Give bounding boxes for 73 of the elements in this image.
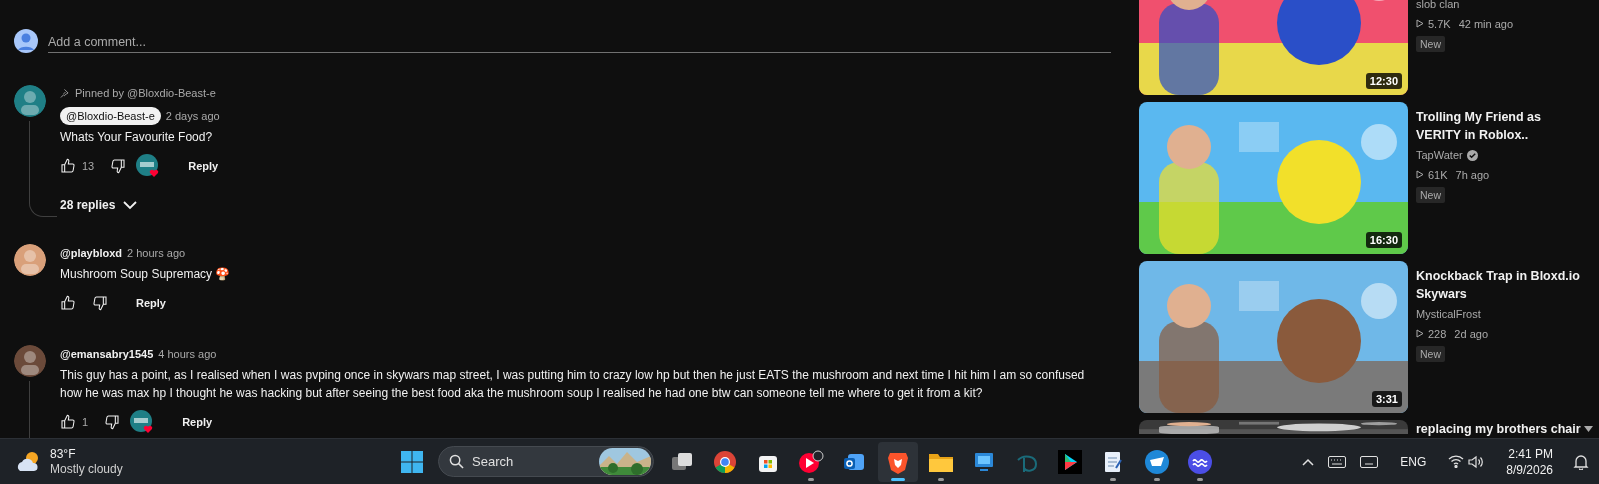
comment-author[interactable]: @emansabry1545 [60, 345, 154, 363]
view-count: 228 [1428, 326, 1447, 342]
duration-badge: 16:30 [1365, 232, 1402, 248]
duration-badge: 3:31 [1371, 391, 1402, 407]
comment-author[interactable]: @playbloxd [60, 244, 123, 262]
avatar[interactable] [14, 345, 46, 377]
comment-text: Whats Your Favourite Food? [60, 129, 214, 146]
dislike-icon[interactable] [92, 295, 108, 311]
dislike-icon[interactable] [110, 158, 127, 174]
upload-age: 7h ago [1455, 167, 1490, 183]
play-store-icon [1058, 449, 1083, 474]
channel-name[interactable]: MysticalFrost [1416, 306, 1481, 323]
music-icon [798, 449, 825, 474]
comment-text: Mushroom Soup Supremacy 🍄 [60, 266, 231, 283]
comment-text: This guy has a point, as I realised when I was pvping once in skywars map street, I was putting him to crazy low hp but then he just EATS the mushroom and next time I hit him I am so confused how he was max hp I thought he was hacking but after seeing the best food aka the mushroom soup I realised he had one btw can someone tell me where to get it from a kit? [60, 367, 1086, 402]
dislike-icon[interactable] [104, 414, 121, 430]
like-count: 13 [82, 158, 95, 174]
upload-age: 42 min ago [1458, 16, 1514, 32]
reply-button[interactable]: Reply [174, 410, 221, 434]
like-icon[interactable] [60, 414, 76, 430]
notepad-icon [1102, 449, 1125, 474]
upload-age: 2d ago [1454, 326, 1488, 342]
play-icon [1416, 329, 1424, 339]
chevron-up-icon[interactable] [1302, 457, 1315, 466]
volume-icon[interactable] [1468, 454, 1485, 469]
avatar[interactable] [14, 85, 46, 117]
clock-date[interactable]: 8/9/2026 [1506, 461, 1553, 478]
taskbar-search-field[interactable]: Search [438, 446, 654, 477]
language-indicator[interactable]: ENG [1400, 452, 1427, 471]
reply-button[interactable]: Reply [128, 291, 174, 315]
comment-author[interactable]: @Bloxdio-Beast-e [60, 106, 161, 126]
chat-app-icon [1143, 448, 1170, 475]
scroll-down-icon[interactable] [1584, 426, 1593, 432]
new-badge: New [1416, 36, 1445, 52]
comment-time[interactable]: 4 hours ago [158, 345, 217, 363]
play-icon [1416, 19, 1424, 29]
new-badge: New [1416, 346, 1445, 362]
user-avatar-icon [14, 29, 38, 53]
notification-bell-icon[interactable] [1573, 453, 1589, 470]
view-count: 5.7K [1428, 16, 1451, 32]
comment-time[interactable]: 2 days ago [165, 107, 220, 125]
windows-start-icon[interactable] [400, 449, 424, 474]
search-icon [449, 454, 464, 469]
video-title[interactable]: Trolling My Friend as VERITY in Roblox.. [1416, 108, 1588, 144]
wifi-icon[interactable] [1448, 455, 1465, 468]
view-count: 61K [1428, 167, 1448, 183]
search-input[interactable]: Search [472, 451, 582, 472]
taskbar-app-button[interactable] [877, 441, 918, 482]
clock-time[interactable]: 2:41 PM [1508, 445, 1553, 462]
like-count: 1 [82, 414, 89, 430]
comment-input[interactable]: Add a comment... [48, 29, 1111, 53]
like-icon[interactable] [60, 158, 76, 174]
play-icon [1416, 170, 1424, 180]
replies-toggle[interactable]: 28 replies [60, 194, 227, 216]
avatar[interactable] [14, 244, 46, 276]
video-title[interactable]: Knockback Trap in Bloxd.io Skywars [1416, 267, 1588, 303]
pin-icon [60, 88, 69, 98]
comment-time[interactable]: 2 hours ago [127, 244, 186, 262]
channel-name[interactable]: slob clan [1416, 0, 1460, 13]
channel-name[interactable]: TapWater [1416, 147, 1463, 164]
video-title[interactable]: replacing my brothers chair [1416, 420, 1588, 438]
wave-app-icon [1186, 448, 1213, 475]
chevron-down-icon [123, 200, 138, 210]
like-icon[interactable] [60, 295, 76, 311]
keyboard-icon[interactable] [1328, 455, 1347, 468]
pinned-label: Pinned by @Bloxdio-Beast-e [75, 85, 216, 101]
weather-temperature[interactable]: 83°F [50, 446, 123, 462]
tablet-icon[interactable] [1360, 455, 1379, 468]
weather-condition[interactable]: Mostly cloudy [50, 461, 123, 477]
reply-button[interactable]: Reply [180, 154, 227, 178]
duration-badge: 12:30 [1365, 73, 1402, 89]
browser-icon [712, 449, 737, 474]
new-badge: New [1416, 187, 1445, 203]
